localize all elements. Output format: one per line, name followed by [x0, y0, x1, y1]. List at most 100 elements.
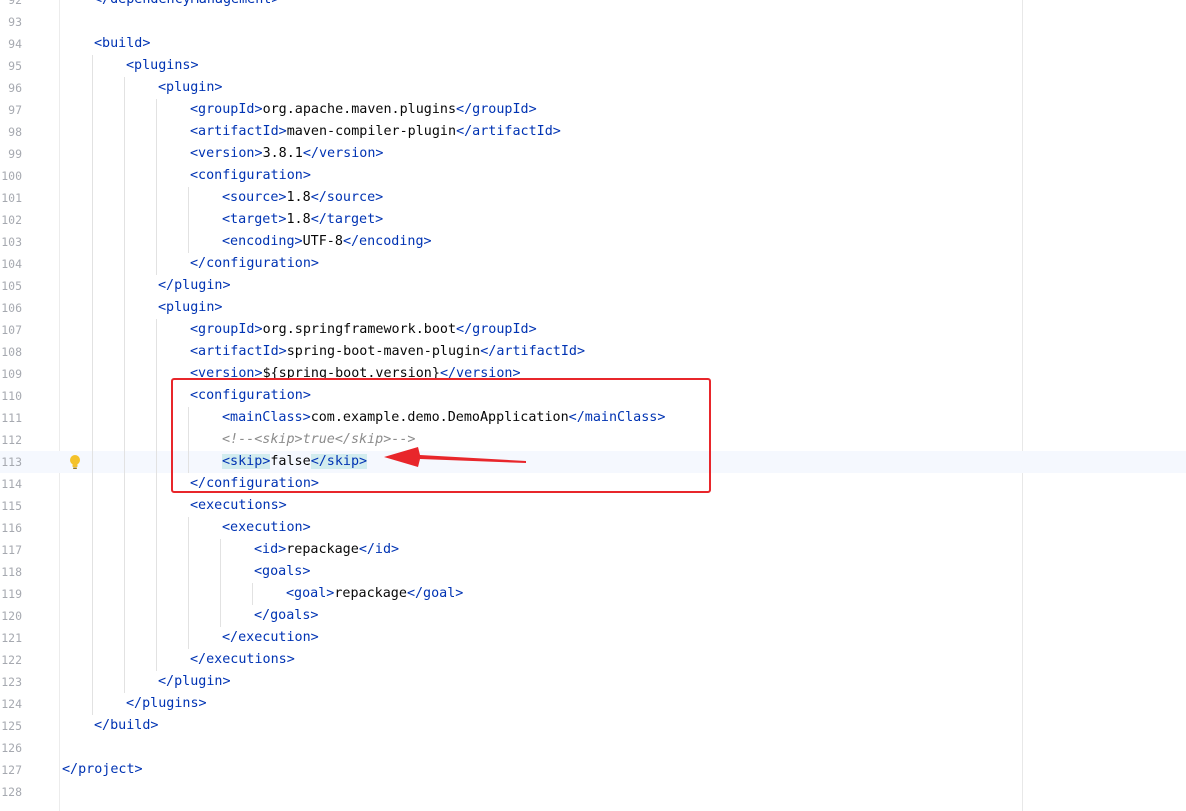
code-line[interactable]: 103 <encoding>UTF-8</encoding> [0, 231, 1186, 253]
code-line[interactable]: 119 <goal>repackage</goal> [0, 583, 1186, 605]
xml-tag: </target> [310, 212, 384, 227]
indent-guide [156, 253, 157, 275]
code-line[interactable]: 128 [0, 781, 1186, 803]
annotation-highlight-box [171, 378, 711, 493]
indent-guide [92, 187, 93, 209]
indent-guide [188, 517, 189, 539]
line-code[interactable]: <plugins> [126, 55, 199, 77]
line-code[interactable]: </plugin> [158, 275, 231, 297]
line-code[interactable]: <target>1.8</target> [222, 209, 383, 231]
code-line[interactable]: 102 <target>1.8</target> [0, 209, 1186, 231]
indent-guide [156, 385, 157, 407]
code-line[interactable]: 98 <artifactId>maven-compiler-plugin</art… [0, 121, 1186, 143]
line-code[interactable]: </plugin> [158, 671, 231, 693]
xml-tag: <encoding> [222, 234, 303, 249]
line-number: 118 [1, 565, 22, 579]
code-line[interactable]: 92 </dependencyManagement> [0, 0, 1186, 11]
line-code[interactable]: </configuration> [190, 253, 319, 275]
code-line[interactable]: 101 <source>1.8</source> [0, 187, 1186, 209]
code-line[interactable]: 97 <groupId>org.apache.maven.plugins</gro… [0, 99, 1186, 121]
indent-guide [156, 407, 157, 429]
line-number: 115 [1, 499, 22, 513]
xml-tag: <groupId> [190, 102, 263, 117]
code-line[interactable]: 121 </execution> [0, 627, 1186, 649]
line-code[interactable]: </dependencyManagement> [94, 0, 279, 11]
indent-guide [188, 209, 189, 231]
indent-guide [92, 605, 93, 627]
indent-guide [92, 253, 93, 275]
line-code[interactable]: <groupId>org.springframework.boot</group… [190, 319, 537, 341]
line-code[interactable]: <artifactId>spring-boot-maven-plugin</ar… [190, 341, 585, 363]
line-code[interactable]: <goals> [254, 561, 310, 583]
line-number: 116 [1, 521, 22, 535]
xml-tag: <artifactId> [190, 344, 287, 359]
code-line[interactable]: 125 </build> [0, 715, 1186, 737]
indent-guide [124, 407, 125, 429]
line-number: 100 [1, 169, 22, 183]
line-code[interactable]: <source>1.8</source> [222, 187, 383, 209]
code-line[interactable]: 99 <version>3.8.1</version> [0, 143, 1186, 165]
indent-guide [124, 429, 125, 451]
code-line[interactable]: 116 <execution> [0, 517, 1186, 539]
indent-guide [156, 473, 157, 495]
line-number: 95 [8, 59, 22, 73]
xml-tag: <version> [190, 146, 263, 161]
code-line[interactable]: 124 </plugins> [0, 693, 1186, 715]
xml-tag: </encoding> [342, 234, 432, 249]
code-editor[interactable]: 92 </dependencyManagement> 93 94 <build> 95 <p… [0, 0, 1186, 811]
code-line[interactable]: 127 </project> [0, 759, 1186, 781]
code-line[interactable]: 120 </goals> [0, 605, 1186, 627]
lightbulb-icon[interactable] [68, 454, 82, 470]
xml-tag: </source> [310, 190, 384, 205]
line-code[interactable]: </plugins> [126, 693, 207, 715]
indent-guide [92, 55, 93, 77]
indent-guide [188, 539, 189, 561]
code-line[interactable]: 115 <executions> [0, 495, 1186, 517]
line-code[interactable]: </executions> [190, 649, 295, 671]
code-line[interactable]: 126 [0, 737, 1186, 759]
xml-tag: </project> [62, 762, 143, 777]
xml-tag: <plugin> [158, 80, 223, 95]
code-line[interactable]: 122 </executions> [0, 649, 1186, 671]
indent-guide [124, 583, 125, 605]
line-code[interactable]: <encoding>UTF-8</encoding> [222, 231, 432, 253]
code-line[interactable]: 100 <configuration> [0, 165, 1186, 187]
line-code[interactable]: <executions> [190, 495, 287, 517]
line-number: 124 [1, 697, 22, 711]
line-code[interactable]: <plugin> [158, 297, 223, 319]
line-code[interactable]: <goal>repackage</goal> [286, 583, 463, 605]
indent-guide [124, 561, 125, 583]
xml-tag: </groupId> [456, 322, 537, 337]
line-code[interactable]: </goals> [254, 605, 319, 627]
code-line[interactable]: 107 <groupId>org.springframework.boot</gr… [0, 319, 1186, 341]
line-code[interactable]: <id>repackage</id> [254, 539, 399, 561]
line-code[interactable]: </execution> [222, 627, 319, 649]
code-line[interactable]: 105 </plugin> [0, 275, 1186, 297]
indent-guide [156, 143, 157, 165]
line-code[interactable]: <configuration> [190, 165, 311, 187]
code-line[interactable]: 94 <build> [0, 33, 1186, 55]
line-code[interactable]: <build> [94, 33, 150, 55]
line-number: 105 [1, 279, 22, 293]
indent-guide [92, 121, 93, 143]
code-line[interactable]: 96 <plugin> [0, 77, 1186, 99]
line-code[interactable]: </build> [94, 715, 159, 737]
line-code[interactable]: <artifactId>maven-compiler-plugin</artif… [190, 121, 561, 143]
indent-guide [188, 583, 189, 605]
code-line[interactable]: 93 [0, 11, 1186, 33]
code-line[interactable]: 118 <goals> [0, 561, 1186, 583]
code-line[interactable]: 104 </configuration> [0, 253, 1186, 275]
code-line[interactable]: 117 <id>repackage</id> [0, 539, 1186, 561]
line-code[interactable]: <groupId>org.apache.maven.plugins</group… [190, 99, 537, 121]
code-line[interactable]: 95 <plugins> [0, 55, 1186, 77]
code-line[interactable]: 106 <plugin> [0, 297, 1186, 319]
line-code[interactable]: <version>3.8.1</version> [190, 143, 384, 165]
indent-guide [124, 209, 125, 231]
line-code[interactable]: <execution> [222, 517, 311, 539]
code-line[interactable]: 123 </plugin> [0, 671, 1186, 693]
code-line[interactable]: 108 <artifactId>spring-boot-maven-plugin<… [0, 341, 1186, 363]
xml-value: repackage [334, 586, 407, 601]
line-code[interactable]: <plugin> [158, 77, 223, 99]
line-code[interactable]: </project> [62, 759, 143, 781]
line-number: 108 [1, 345, 22, 359]
